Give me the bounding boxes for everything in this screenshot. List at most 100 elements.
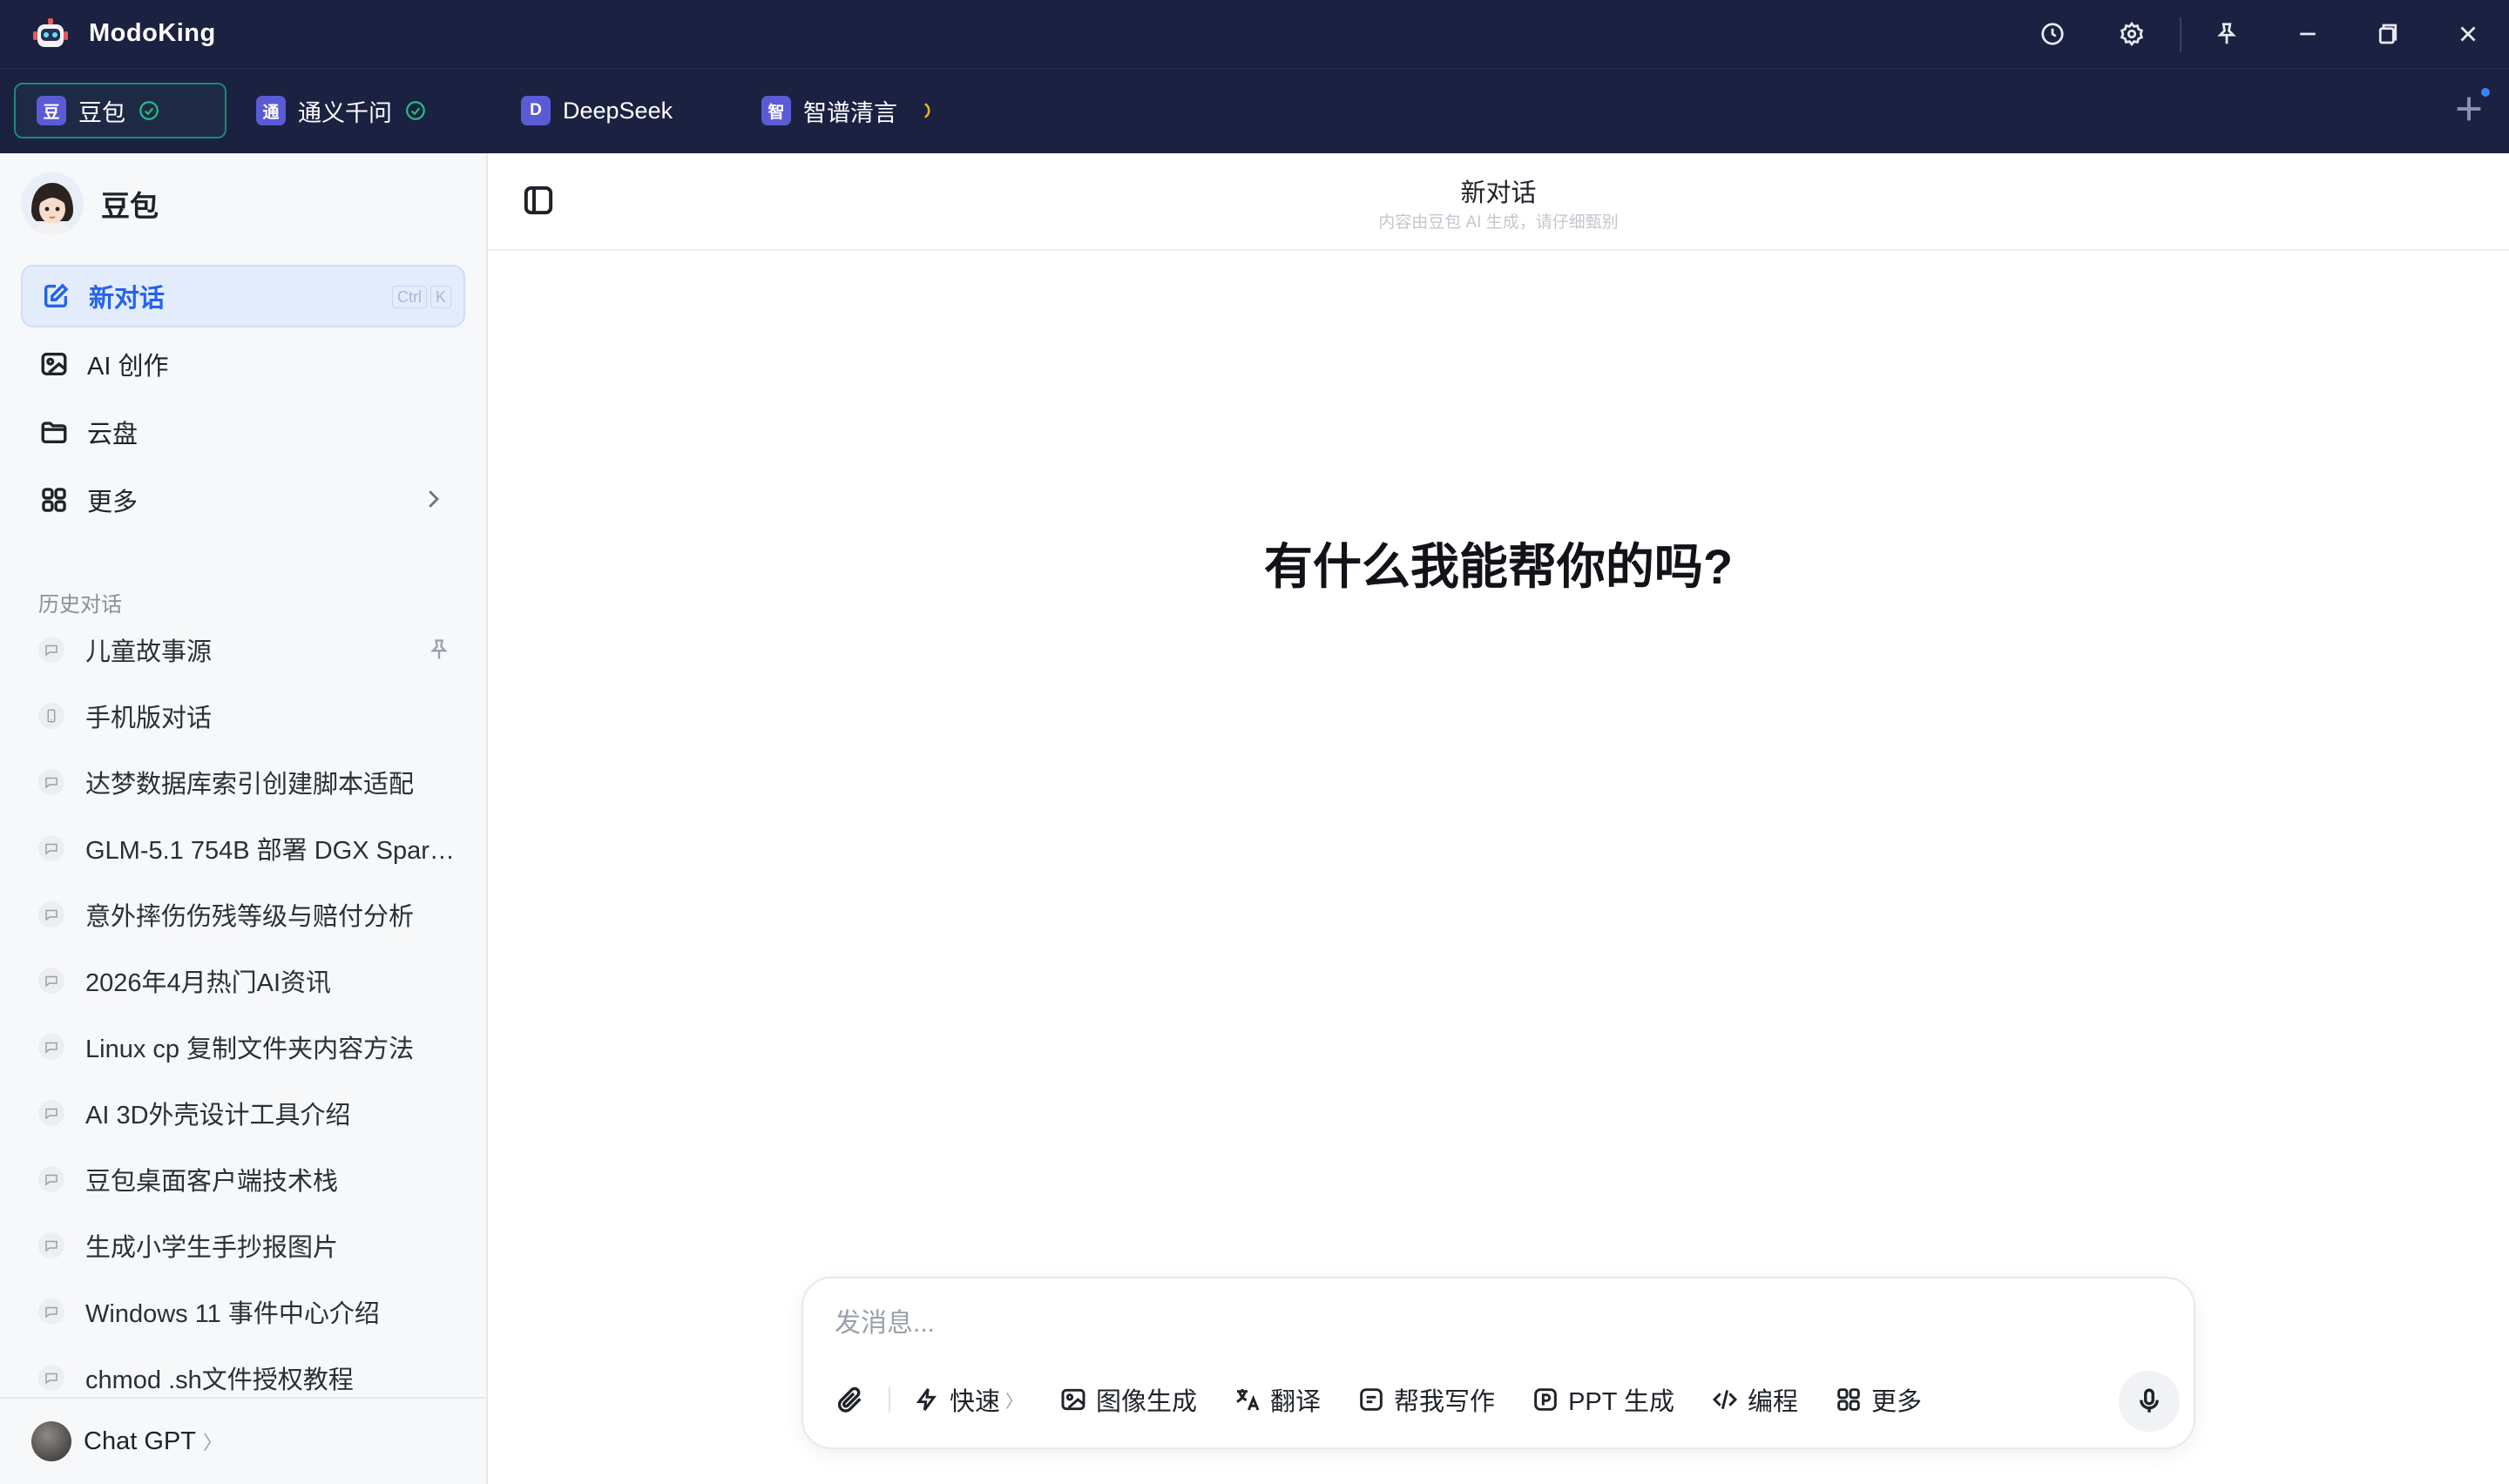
message-composer: 快速 〉 图像生成 翻译 帮我写作 PPT 生成 编程 bbox=[801, 1277, 2195, 1449]
tab-badge: 智 bbox=[761, 96, 791, 125]
sidebar-item-cloud-drive[interactable]: 云盘 bbox=[21, 401, 465, 463]
clock-icon bbox=[2041, 23, 2064, 45]
restore-icon bbox=[2378, 24, 2397, 44]
history-item[interactable]: 达梦数据库索引创建脚本适配 bbox=[38, 756, 465, 808]
sidebar-item-ai-creation[interactable]: AI 创作 bbox=[21, 333, 465, 395]
tab-label: 智谱清言 bbox=[803, 99, 897, 126]
sidebar-item-more[interactable]: 更多 bbox=[21, 469, 465, 531]
close-button[interactable] bbox=[2448, 14, 2488, 54]
history-item-label: chmod .sh文件授权教程 bbox=[85, 1366, 354, 1394]
sidebar: 豆包 新对话 Ctrl K AI 创作 云盘 更多 历史对话 儿童故事源 手机版… bbox=[0, 153, 488, 1484]
history-item[interactable]: AI 3D外壳设计工具介绍 bbox=[38, 1087, 465, 1139]
history-item[interactable]: 豆包桌面客户端技术栈 bbox=[38, 1153, 465, 1205]
robot-logo-icon bbox=[33, 18, 68, 47]
pin-window-button[interactable] bbox=[2207, 14, 2247, 54]
tab-tongyi[interactable]: 通 通义千问 bbox=[256, 83, 465, 138]
translate-button[interactable]: 翻译 bbox=[1234, 1381, 1321, 1418]
new-chat-button[interactable]: 新对话 Ctrl K bbox=[21, 265, 465, 327]
conversation-header: 新对话 内容由豆包 AI 生成，请仔细甄别 bbox=[488, 153, 2509, 251]
lightning-icon bbox=[916, 1388, 937, 1411]
phone-icon bbox=[38, 703, 64, 729]
chat-bubble-icon bbox=[38, 968, 64, 994]
ppt-generation-button[interactable]: PPT 生成 bbox=[1532, 1381, 1674, 1418]
nav-label: 云盘 bbox=[87, 421, 139, 449]
plus-icon bbox=[2457, 97, 2481, 121]
history-item[interactable]: Windows 11 事件中心介绍 bbox=[38, 1285, 465, 1338]
tab-bar: 豆 豆包 通 通义千问 D DeepSeek 智 智谱清言 bbox=[0, 68, 2509, 153]
history-item-label: 达梦数据库索引创建脚本适配 bbox=[85, 771, 415, 799]
history-list[interactable]: 儿童故事源 手机版对话 达梦数据库索引创建脚本适配 GLM-5.1 754B 部… bbox=[0, 624, 486, 1484]
tool-label: 更多 bbox=[1871, 1388, 1923, 1416]
tab-deepseek[interactable]: D DeepSeek bbox=[521, 83, 713, 138]
conversation-title: 新对话 bbox=[1460, 179, 1537, 207]
chat-bubble-icon bbox=[38, 1365, 64, 1391]
nav-label: 更多 bbox=[87, 489, 139, 516]
chat-bubble-icon bbox=[38, 769, 64, 795]
loading-spinner-icon bbox=[916, 99, 939, 122]
brand-header: 豆包 bbox=[21, 172, 159, 235]
tab-label: 豆包 bbox=[78, 99, 125, 126]
history-item[interactable]: 生成小学生手抄报图片 bbox=[38, 1219, 465, 1272]
chat-bubble-icon bbox=[38, 835, 64, 861]
chat-bubble-icon bbox=[38, 1100, 64, 1126]
history-item[interactable]: GLM-5.1 754B 部署 DGX Spark 集群 bbox=[38, 822, 465, 874]
history-item-label: 生成小学生手抄报图片 bbox=[85, 1234, 339, 1262]
brand-name: 豆包 bbox=[101, 190, 159, 222]
quick-mode-button[interactable]: 快速 〉 bbox=[913, 1381, 1023, 1418]
tool-label: PPT 生成 bbox=[1568, 1388, 1674, 1416]
history-item[interactable]: chmod .sh文件授权教程 bbox=[38, 1352, 465, 1404]
chat-bubble-icon bbox=[38, 1298, 64, 1325]
chat-bubble-icon bbox=[38, 901, 64, 928]
code-icon bbox=[1712, 1389, 1738, 1410]
history-item-label: 意外摔伤伤残等级与赔付分析 bbox=[85, 903, 415, 931]
writing-assistant-button[interactable]: 帮我写作 bbox=[1357, 1381, 1495, 1418]
chevron-right-icon: 〉 bbox=[202, 1432, 222, 1454]
history-item[interactable]: 手机版对话 bbox=[38, 690, 465, 742]
main-panel: 新对话 内容由豆包 AI 生成，请仔细甄别 有什么我能帮你的吗? 快速 〉 图像… bbox=[488, 153, 2509, 1484]
grid-icon bbox=[1837, 1388, 1860, 1411]
nav-label: AI 创作 bbox=[87, 353, 169, 381]
history-item[interactable]: Linux cp 复制文件夹内容方法 bbox=[38, 1021, 465, 1073]
gear-icon bbox=[2120, 21, 2144, 47]
tab-zhipu[interactable]: 智 智谱清言 bbox=[761, 83, 970, 138]
minimize-button[interactable] bbox=[2288, 14, 2328, 54]
doubao-avatar bbox=[21, 172, 84, 235]
history-item-label: 豆包桌面客户端技术栈 bbox=[85, 1168, 339, 1196]
history-item-label: GLM-5.1 754B 部署 DGX Spark 集群 bbox=[85, 837, 460, 865]
settings-button[interactable] bbox=[2112, 14, 2152, 54]
titlebar-divider bbox=[2180, 17, 2181, 52]
tab-doubao[interactable]: 豆 豆包 bbox=[14, 83, 227, 138]
voice-input-button[interactable] bbox=[2119, 1371, 2180, 1432]
account-avatar bbox=[31, 1421, 71, 1461]
history-item-label: Linux cp 复制文件夹内容方法 bbox=[85, 1035, 415, 1063]
chat-bubble-icon bbox=[38, 1034, 64, 1060]
chat-bubble-icon bbox=[38, 1166, 64, 1192]
account-switcher[interactable]: Chat GPT 〉 bbox=[0, 1397, 486, 1484]
history-item[interactable]: 儿童故事源 bbox=[38, 624, 465, 676]
ai-disclaimer: 内容由豆包 AI 生成，请仔细甄别 bbox=[1378, 213, 1619, 232]
writing-icon bbox=[1360, 1388, 1383, 1411]
more-tools-button[interactable]: 更多 bbox=[1835, 1381, 1922, 1418]
app-title: ModoKing bbox=[89, 19, 216, 47]
history-item-label: Windows 11 事件中心介绍 bbox=[85, 1300, 380, 1328]
coding-button[interactable]: 编程 bbox=[1711, 1381, 1798, 1418]
history-item-label: 儿童故事源 bbox=[85, 638, 213, 666]
history-item[interactable]: 意外摔伤伤残等级与赔付分析 bbox=[38, 888, 465, 941]
restore-button[interactable] bbox=[2368, 14, 2408, 54]
history-heading: 历史对话 bbox=[38, 593, 122, 617]
add-tab-button[interactable] bbox=[2452, 88, 2490, 126]
notification-dot bbox=[2481, 88, 2490, 97]
history-item-label: 2026年4月热门AI资讯 bbox=[85, 969, 332, 997]
tab-badge: 通 bbox=[256, 96, 286, 125]
grid-icon bbox=[38, 484, 70, 516]
image-generation-button[interactable]: 图像生成 bbox=[1059, 1381, 1197, 1418]
toolbar-divider bbox=[889, 1386, 890, 1413]
history-button[interactable] bbox=[2032, 14, 2073, 54]
paperclip-icon bbox=[837, 1386, 862, 1413]
tab-badge: D bbox=[521, 96, 551, 125]
message-input[interactable] bbox=[835, 1305, 2141, 1343]
pin-icon[interactable] bbox=[427, 637, 451, 662]
history-item[interactable]: 2026年4月热门AI资讯 bbox=[38, 954, 465, 1007]
minimize-icon bbox=[2300, 32, 2316, 36]
attach-button[interactable] bbox=[833, 1382, 868, 1417]
